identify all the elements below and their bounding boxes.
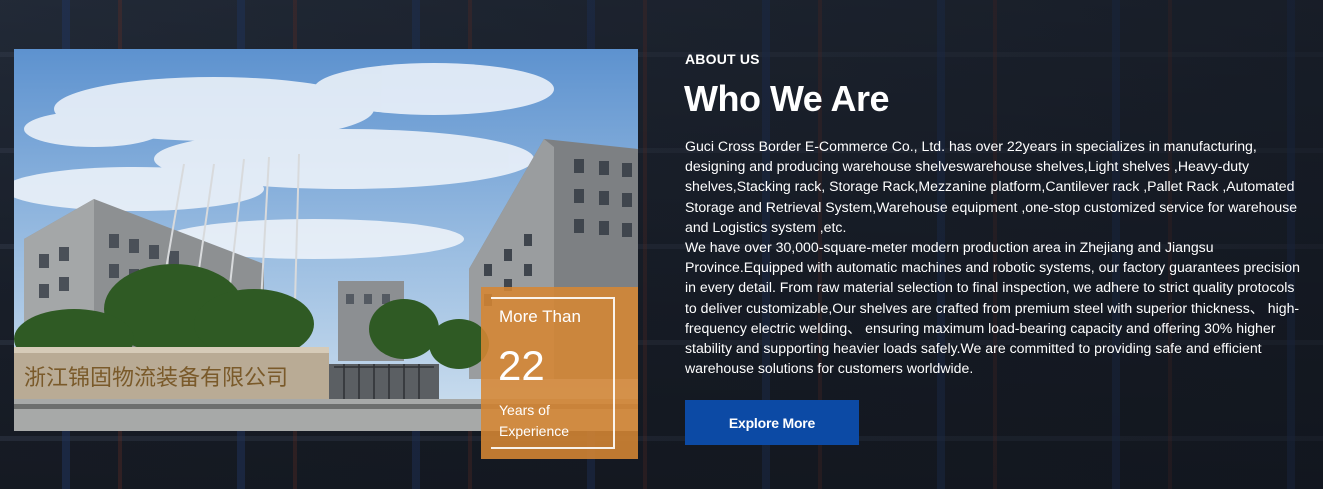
badge-suffix: Years of Experience bbox=[499, 402, 570, 439]
badge-prefix: More Than bbox=[499, 307, 581, 326]
about-paragraph-2: We have over 30,000-square-meter modern … bbox=[685, 239, 1300, 377]
about-description: Guci Cross Border E-Commerce Co., Ltd. h… bbox=[685, 136, 1310, 378]
section-title: Who We Are bbox=[684, 78, 890, 119]
section-eyebrow: ABOUT US bbox=[685, 51, 760, 67]
about-paragraph-1: Guci Cross Border E-Commerce Co., Ltd. h… bbox=[685, 138, 1298, 235]
sign-lettering: 浙江锦固物流装备有限公司 bbox=[24, 366, 288, 391]
badge-years-number: 22 bbox=[498, 342, 545, 389]
experience-badge: More Than 22 Years of Experience bbox=[481, 287, 638, 459]
explore-more-button[interactable]: Explore More bbox=[685, 400, 859, 445]
